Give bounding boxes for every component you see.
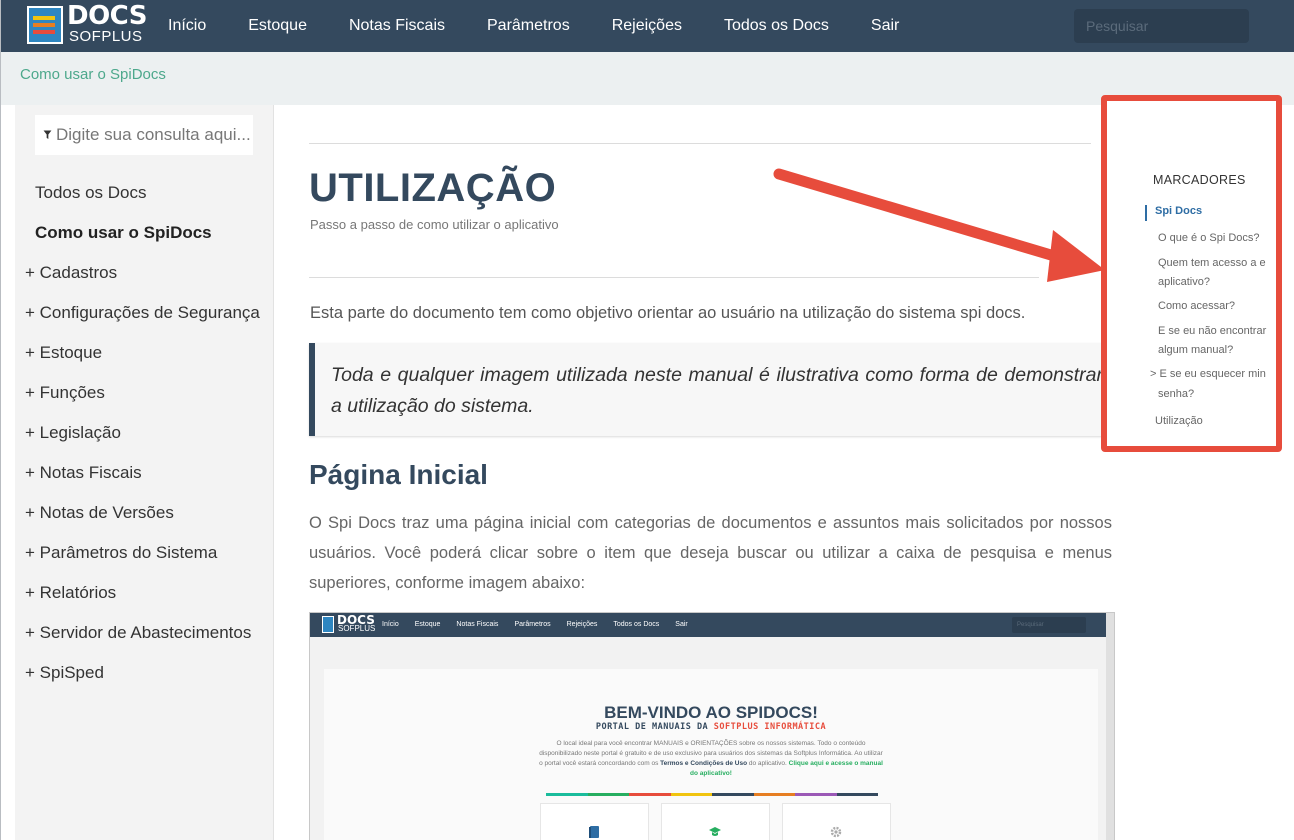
sidebar: Todos os Docs Como usar o SpiDocs + Cada…	[15, 105, 274, 840]
sidebar-item-notas-versoes[interactable]: + Notas de Versões	[15, 493, 273, 533]
blockquote-text: Toda e qualquer imagem utilizada neste m…	[331, 364, 1103, 417]
markers-active-indicator	[1145, 205, 1147, 221]
screenshot-navbar: DOCS SOFPLUS Início Estoque Notas Fiscai…	[310, 613, 1106, 637]
markers-panel: MARCADORES Spi Docs O que é o Spi Docs? …	[1101, 95, 1282, 452]
blockquote: Toda e qualquer imagem utilizada neste m…	[309, 343, 1109, 436]
homepage-screenshot-image: DOCS SOFPLUS Início Estoque Notas Fiscai…	[309, 612, 1115, 840]
desc-terms: Termos e Condições de Uso	[660, 760, 748, 767]
marker-nao-encontrar-cont[interactable]: algum manual?	[1158, 341, 1233, 360]
book-icon	[589, 826, 599, 838]
logo-icon	[27, 6, 63, 44]
sidebar-search-input[interactable]	[54, 124, 253, 146]
screenshot-portal-subtitle: PORTAL DE MANUAIS DA SOFTPLUS INFORMÁTIC…	[324, 722, 1098, 732]
marker-o-que-e[interactable]: O que é o Spi Docs?	[1158, 229, 1260, 248]
sidebar-item-relatorios[interactable]: + Relatórios	[15, 573, 273, 613]
sidebar-menu: Todos os Docs Como usar o SpiDocs + Cada…	[15, 173, 273, 693]
sidebar-item-notas-fiscais[interactable]: + Notas Fiscais	[15, 453, 273, 493]
stripe-segment	[670, 793, 712, 796]
sidebar-item-como-usar[interactable]: Como usar o SpiDocs	[15, 213, 273, 253]
nav-item-rejeicoes[interactable]: Rejeições	[591, 0, 703, 52]
graduation-cap-icon	[709, 827, 721, 836]
markers-title: MARCADORES	[1153, 173, 1246, 187]
screenshot-nav-menu: Início Estoque Notas Fiscais Parâmetros …	[374, 613, 696, 637]
sidebar-item-todos-os-docs[interactable]: Todos os Docs	[15, 173, 273, 213]
nav-item-inicio[interactable]: Início	[147, 0, 227, 52]
top-navbar: DOCS SOFPLUS Início Estoque Notas Fiscai…	[1, 0, 1294, 52]
nav-item-parametros[interactable]: Parâmetros	[466, 0, 591, 52]
screenshot-card	[782, 803, 891, 840]
stripe-segment	[629, 793, 671, 796]
marker-esquecer-senha-cont[interactable]: senha?	[1158, 385, 1194, 404]
screenshot-description: O local ideal para você encontrar MANUAI…	[538, 739, 884, 779]
marker-quem-tem-acesso[interactable]: Quem tem acesso a e	[1158, 254, 1266, 273]
screenshot-welcome-panel: BEM-VINDO AO SPIDOCS! PORTAL DE MANUAIS …	[324, 669, 1098, 840]
screenshot-nav-item: Todos os Docs	[613, 621, 660, 628]
sidebar-item-cadastros[interactable]: + Cadastros	[15, 253, 273, 293]
nav-item-todos-os-docs[interactable]: Todos os Docs	[703, 0, 850, 52]
stripe-segment	[712, 793, 754, 796]
sidebar-item-funcoes[interactable]: + Funções	[15, 373, 273, 413]
screenshot-welcome-title: BEM-VINDO AO SPIDOCS!	[604, 703, 818, 722]
breadcrumb-bar: Como usar o SpiDocs	[1, 52, 1294, 105]
intro-text: Esta parte do documento tem como objetiv…	[310, 304, 1026, 322]
gear-icon	[830, 826, 842, 838]
marker-spi-docs[interactable]: Spi Docs	[1155, 202, 1202, 221]
screenshot-category-cards	[540, 803, 891, 840]
app-frame: DOCS SOFPLUS Início Estoque Notas Fiscai…	[0, 0, 1294, 840]
screenshot-color-stripe	[546, 793, 878, 796]
screenshot-scrollbar	[1106, 613, 1114, 840]
stripe-segment	[836, 793, 878, 796]
sidebar-item-parametros-sistema[interactable]: + Parâmetros do Sistema	[15, 533, 273, 573]
screenshot-nav-item: Estoque	[414, 621, 441, 628]
stripe-segment	[546, 793, 588, 796]
nav-menu: Início Estoque Notas Fiscais Parâmetros …	[147, 0, 920, 52]
sidebar-search-box[interactable]	[35, 115, 253, 155]
marker-como-acessar[interactable]: Como acessar?	[1158, 297, 1235, 316]
page-title: UTILIZAÇÃO	[309, 166, 557, 210]
screenshot-card	[661, 803, 770, 840]
nav-item-notas-fiscais[interactable]: Notas Fiscais	[328, 0, 466, 52]
sidebar-item-servidor-abastecimentos[interactable]: + Servidor de Abastecimentos	[15, 613, 273, 653]
breadcrumb[interactable]: Como usar o SpiDocs	[20, 66, 166, 83]
divider-bottom	[309, 277, 1039, 278]
sidebar-item-spisped[interactable]: + SpiSped	[15, 653, 273, 693]
nav-item-estoque[interactable]: Estoque	[227, 0, 328, 52]
screenshot-nav-item: Notas Fiscais	[456, 621, 499, 628]
portal-brand: SOFTPLUS INFORMÁTICA	[713, 722, 827, 732]
screenshot-logo-icon	[322, 616, 334, 633]
section-title: Página Inicial	[309, 459, 488, 490]
sidebar-item-legislacao[interactable]: + Legislação	[15, 413, 273, 453]
logo-text: DOCS	[67, 1, 147, 31]
screenshot-card	[540, 803, 649, 840]
screenshot-nav-item: Parâmetros	[514, 621, 551, 628]
stripe-segment	[753, 793, 795, 796]
logo-subtext: SOFPLUS	[69, 28, 143, 45]
marker-quem-tem-acesso-cont[interactable]: aplicativo?	[1158, 273, 1210, 292]
logo[interactable]: DOCS SOFPLUS	[27, 2, 147, 46]
desc-part-2: do aplicativo.	[747, 760, 789, 767]
page-subtitle: Passo a passo de como utilizar o aplicat…	[310, 217, 559, 232]
screenshot-nav-item: Sair	[675, 621, 688, 628]
stripe-segment	[795, 793, 837, 796]
stripe-segment	[587, 793, 629, 796]
portal-prefix: PORTAL DE MANUAIS DA	[595, 722, 714, 732]
marker-nao-encontrar[interactable]: E se eu não encontrar	[1158, 322, 1266, 341]
screenshot-nav-item: Rejeições	[566, 621, 598, 628]
marker-esquecer-senha[interactable]: > E se eu esquecer min	[1150, 365, 1266, 384]
marker-utilizacao[interactable]: Utilização	[1155, 412, 1203, 431]
screenshot-search-box: Pesquisar	[1012, 617, 1086, 633]
filter-icon	[43, 130, 52, 139]
screenshot-logo-subtext: SOFPLUS	[338, 624, 376, 633]
nav-item-sair[interactable]: Sair	[850, 0, 920, 52]
nav-search-input[interactable]	[1074, 9, 1249, 43]
sidebar-item-estoque[interactable]: + Estoque	[15, 333, 273, 373]
divider-top	[309, 143, 1091, 144]
sidebar-item-configuracoes-seguranca[interactable]: + Configurações de Segurança	[15, 293, 273, 333]
section-text: O Spi Docs traz uma página inicial com c…	[309, 514, 1112, 592]
screenshot-nav-item: Início	[382, 621, 399, 628]
